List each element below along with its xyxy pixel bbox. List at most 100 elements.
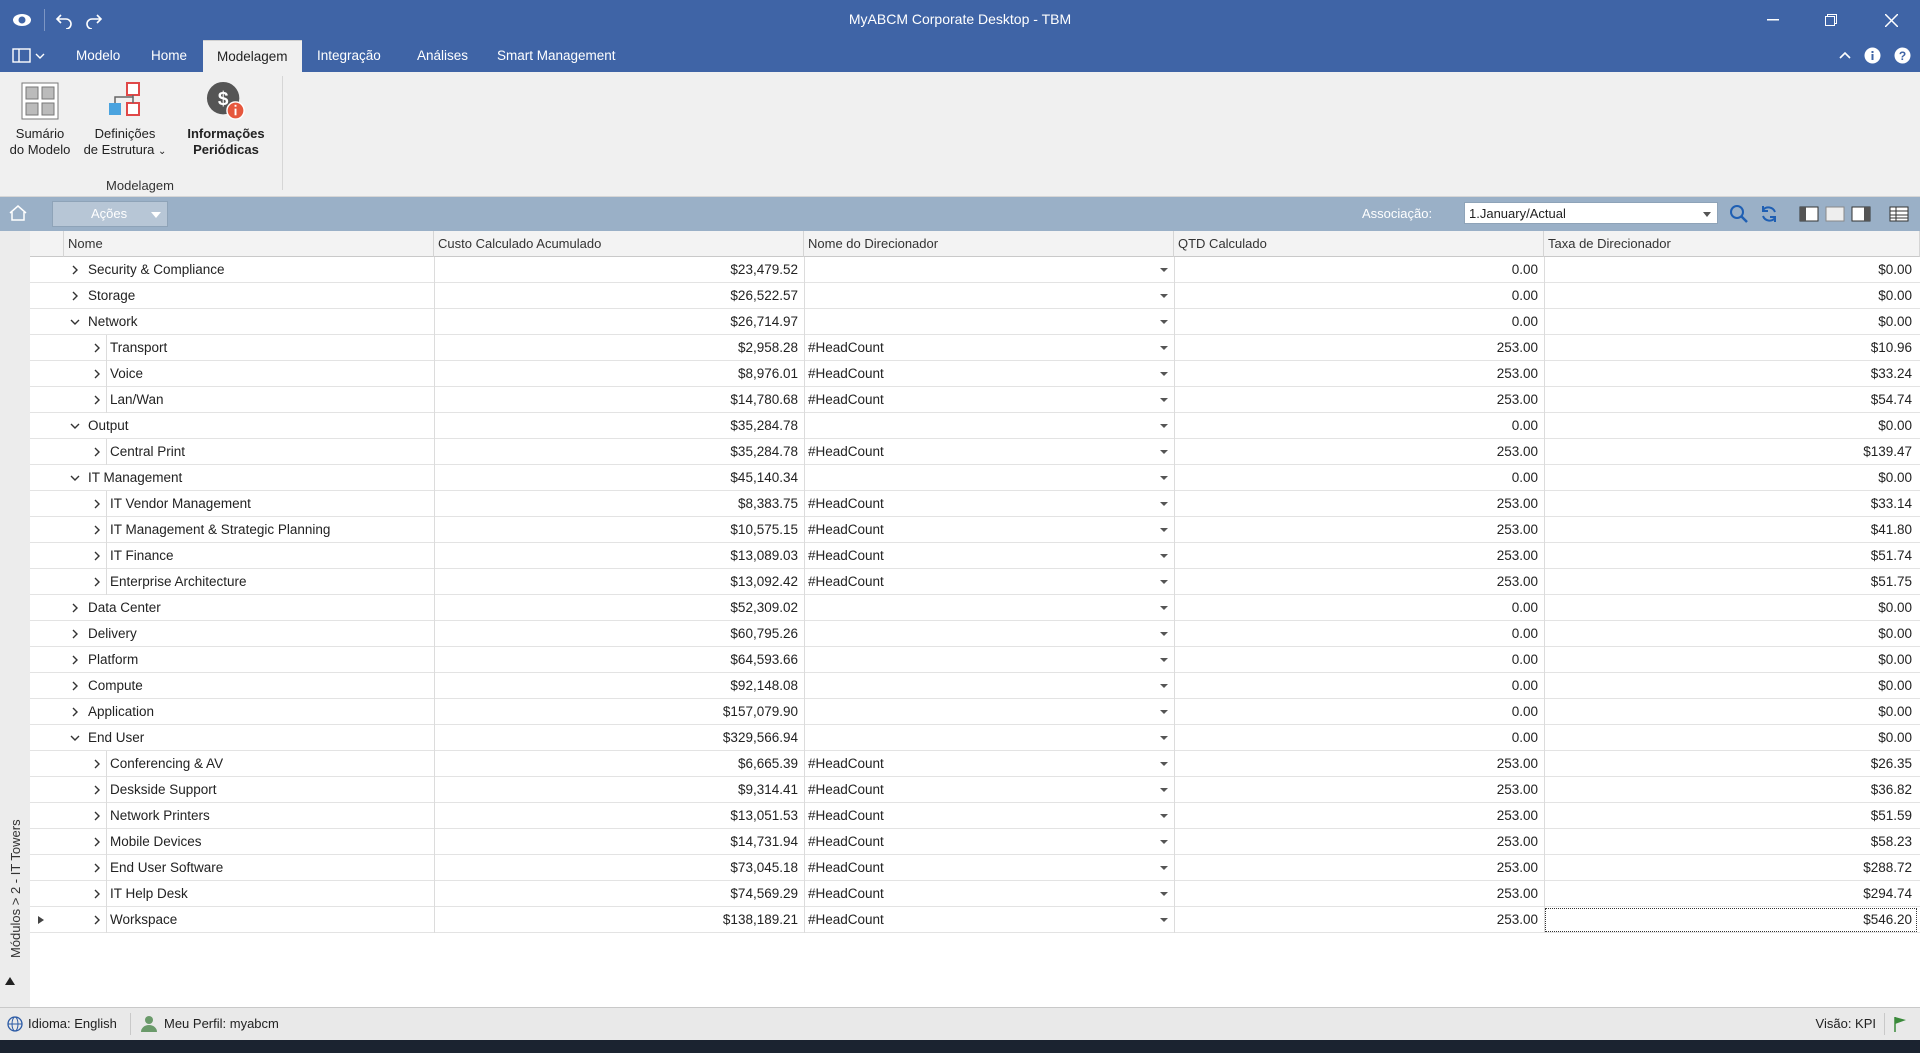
table-row[interactable]: Mobile Devices $14,731.94 #HeadCount 253.00… [30, 829, 1920, 855]
row-driver-select[interactable]: #HeadCount [804, 569, 1174, 595]
definicoes-estrutura-button[interactable]: Definições de Estrutura ⌄ [80, 80, 170, 160]
chevron-right-icon[interactable] [90, 335, 104, 361]
row-driver-select[interactable] [804, 283, 1174, 309]
column-header-taxa[interactable]: Taxa de Direcionador [1544, 231, 1920, 257]
chevron-right-icon[interactable] [90, 855, 104, 881]
panel-toggle-icon[interactable] [12, 47, 46, 68]
table-row[interactable]: IT Vendor Management $8,383.75 #HeadCount 2… [30, 491, 1920, 517]
chevron-right-icon[interactable] [68, 647, 82, 673]
table-row[interactable]: Voice $8,976.01 #HeadCount 253.00 $33.24 [30, 361, 1920, 387]
column-header-custo[interactable]: Custo Calculado Acumulado [434, 231, 804, 257]
left-panel-icon[interactable] [1798, 203, 1820, 225]
sumario-modelo-button[interactable]: Sumário do Modelo [4, 80, 76, 158]
row-driver-select[interactable] [804, 257, 1174, 283]
acoes-dropdown[interactable]: Ações [52, 201, 168, 227]
chevron-right-icon[interactable] [68, 257, 82, 283]
table-row[interactable]: Output $35,284.78 0.00 $0.00 [30, 413, 1920, 439]
row-driver-select[interactable] [804, 673, 1174, 699]
right-panel-icon[interactable] [1850, 203, 1872, 225]
table-row[interactable]: IT Finance $13,089.03 #HeadCount 253.00 $51.… [30, 543, 1920, 569]
row-driver-select[interactable]: #HeadCount [804, 517, 1174, 543]
column-header-nome[interactable]: Nome [64, 231, 434, 257]
row-driver-select[interactable]: #HeadCount [804, 335, 1174, 361]
chevron-right-icon[interactable] [90, 543, 104, 569]
chevron-right-icon[interactable] [68, 621, 82, 647]
chevron-down-icon[interactable] [68, 725, 82, 751]
table-row[interactable]: Security & Compliance $23,479.52 0.00 $0.00 [30, 257, 1920, 283]
table-row[interactable]: Network Printers $13,051.53 #HeadCount 253.… [30, 803, 1920, 829]
row-driver-select[interactable] [804, 725, 1174, 751]
row-driver-select[interactable]: #HeadCount [804, 881, 1174, 907]
chevron-right-icon[interactable] [90, 829, 104, 855]
row-driver-select[interactable] [804, 621, 1174, 647]
column-header-direcionador[interactable]: Nome do Direcionador [804, 231, 1174, 257]
chevron-right-icon[interactable] [90, 361, 104, 387]
chevron-down-icon[interactable] [68, 309, 82, 335]
menu-home[interactable]: Home [137, 40, 201, 72]
row-driver-select[interactable] [804, 699, 1174, 725]
menu-modelo[interactable]: Modelo [62, 40, 134, 72]
info-icon[interactable] [1864, 47, 1881, 67]
chevron-right-icon[interactable] [90, 491, 104, 517]
table-row[interactable]: Lan/Wan $14,780.68 #HeadCount 253.00 $54.74 [30, 387, 1920, 413]
row-driver-select[interactable] [804, 309, 1174, 335]
minimize-button[interactable] [1744, 0, 1802, 40]
table-row[interactable]: End User Software $73,045.18 #HeadCount 253… [30, 855, 1920, 881]
table-row[interactable]: Delivery $60,795.26 0.00 $0.00 [30, 621, 1920, 647]
chevron-right-icon[interactable] [90, 439, 104, 465]
help-icon[interactable]: ? [1894, 47, 1911, 67]
table-row[interactable]: IT Help Desk $74,569.29 #HeadCount 253.00 $2… [30, 881, 1920, 907]
menu-integracao[interactable]: Integração [303, 40, 395, 72]
associacao-select[interactable]: 1.January/Actual [1464, 202, 1718, 224]
row-driver-select[interactable]: #HeadCount [804, 829, 1174, 855]
table-row[interactable]: End User $329,566.94 0.00 $0.00 [30, 725, 1920, 751]
chevron-right-icon[interactable] [90, 777, 104, 803]
table-row[interactable]: Workspace $138,189.21 #HeadCount 253.00 $546… [30, 907, 1920, 933]
collapse-ribbon-icon[interactable] [1838, 48, 1852, 65]
chevron-right-icon[interactable] [90, 517, 104, 543]
table-row[interactable]: Compute $92,148.08 0.00 $0.00 [30, 673, 1920, 699]
row-driver-select[interactable]: #HeadCount [804, 491, 1174, 517]
row-driver-select[interactable]: #HeadCount [804, 803, 1174, 829]
close-button[interactable] [1862, 0, 1920, 40]
chevron-right-icon[interactable] [90, 569, 104, 595]
table-row[interactable]: Central Print $35,284.78 #HeadCount 253.00 $… [30, 439, 1920, 465]
table-row[interactable]: Application $157,079.90 0.00 $0.00 [30, 699, 1920, 725]
chevron-down-icon[interactable] [68, 413, 82, 439]
perfil-status[interactable]: Meu Perfil: myabcm [164, 1016, 279, 1031]
row-driver-select[interactable] [804, 413, 1174, 439]
row-driver-select[interactable]: #HeadCount [804, 543, 1174, 569]
visao-status[interactable]: Visão: KPI [1816, 1016, 1876, 1031]
chevron-right-icon[interactable] [68, 283, 82, 309]
table-row[interactable]: Platform $64,593.66 0.00 $0.00 [30, 647, 1920, 673]
menu-analises[interactable]: Análises [403, 40, 482, 72]
row-driver-select[interactable]: #HeadCount [804, 907, 1174, 933]
row-driver-select[interactable]: #HeadCount [804, 439, 1174, 465]
chevron-right-icon[interactable] [90, 881, 104, 907]
chevron-right-icon[interactable] [68, 595, 82, 621]
row-driver-select[interactable] [804, 647, 1174, 673]
row-driver-select[interactable] [804, 595, 1174, 621]
row-driver-select[interactable]: #HeadCount [804, 855, 1174, 881]
menu-smart-management[interactable]: Smart Management [483, 40, 630, 72]
chevron-right-icon[interactable] [90, 387, 104, 413]
menu-modelagem[interactable]: Modelagem [203, 40, 302, 73]
informacoes-periodicas-button[interactable]: $ Informações Periódicas [178, 80, 274, 158]
chevron-right-icon[interactable] [90, 803, 104, 829]
table-row[interactable]: Storage $26,522.57 0.00 $0.00 [30, 283, 1920, 309]
table-row[interactable]: Network $26,714.97 0.00 $0.00 [30, 309, 1920, 335]
table-row[interactable]: IT Management & Strategic Planning $10,57… [30, 517, 1920, 543]
table-view-icon[interactable] [1888, 203, 1910, 225]
chevron-down-icon[interactable] [68, 465, 82, 491]
idioma-status[interactable]: Idioma: English [28, 1016, 117, 1031]
table-row[interactable]: Enterprise Architecture $13,092.42 #HeadCo… [30, 569, 1920, 595]
table-row[interactable]: IT Management $45,140.34 0.00 $0.00 [30, 465, 1920, 491]
chevron-right-icon[interactable] [90, 751, 104, 777]
table-row[interactable]: Transport $2,958.28 #HeadCount 253.00 $10.96 [30, 335, 1920, 361]
center-panel-icon[interactable] [1824, 203, 1846, 225]
row-driver-select[interactable]: #HeadCount [804, 387, 1174, 413]
table-row[interactable]: Deskside Support $9,314.41 #HeadCount 253.0… [30, 777, 1920, 803]
row-driver-select[interactable]: #HeadCount [804, 777, 1174, 803]
restore-button[interactable] [1802, 0, 1860, 40]
column-header-qtd[interactable]: QTD Calculado [1174, 231, 1544, 257]
